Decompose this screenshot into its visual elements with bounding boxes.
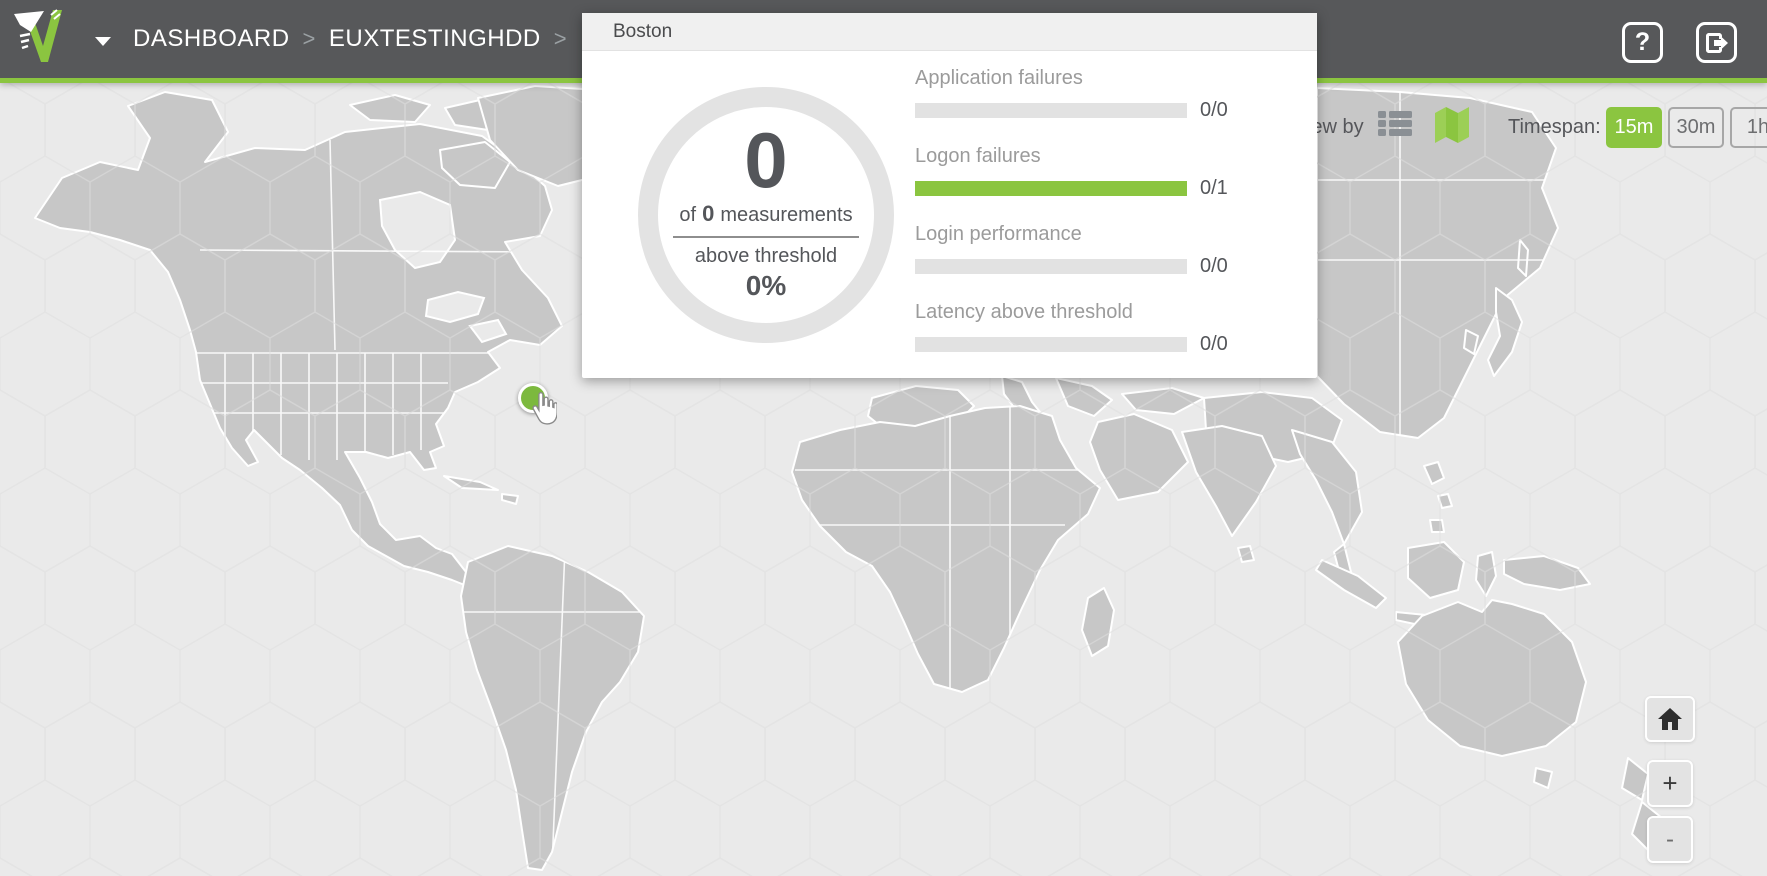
metrics-list: Application failures 0/0 Logon failures … — [915, 67, 1295, 379]
map-view-icon[interactable] — [1434, 105, 1470, 143]
gauge-of-text: of — [679, 204, 696, 227]
metric-value: 0/0 — [1200, 333, 1228, 356]
metric-value: 0/0 — [1200, 99, 1228, 122]
metric-label: Login performance — [915, 223, 1295, 247]
map-home-button[interactable] — [1645, 696, 1695, 742]
breadcrumb-separator: > — [303, 26, 316, 52]
breadcrumb-euxtestinghdd[interactable]: EUXTESTINGHDD — [329, 25, 541, 53]
app-window: DASHBOARD > EUXTESTINGHDD > ? View by Ti… — [0, 0, 1767, 876]
metric-label: Application failures — [915, 67, 1295, 91]
map-zoom-out-button[interactable]: - — [1647, 816, 1693, 863]
gauge-above-threshold-text: above threshold — [695, 245, 837, 268]
gauge-measurements-text: measurements — [720, 204, 852, 227]
location-popup: Boston 0 of 0 measurements above thresho… — [582, 13, 1317, 378]
breadcrumb-dashboard[interactable]: DASHBOARD — [133, 25, 290, 53]
metric-label: Logon failures — [915, 145, 1295, 169]
metric-row-login-performance: Login performance 0/0 — [915, 223, 1295, 278]
popup-header: Boston — [582, 13, 1317, 51]
timespan-30m-button[interactable]: 30m — [1668, 107, 1724, 148]
timespan-label: Timespan: — [1508, 116, 1601, 139]
home-icon — [1658, 708, 1682, 730]
app-logo[interactable] — [10, 6, 64, 72]
gauge-value: 0 — [744, 123, 787, 197]
gauge-divider — [673, 236, 859, 238]
popup-title: Boston — [613, 21, 672, 43]
timespan-1h-button[interactable]: 1h — [1730, 107, 1767, 148]
metric-value: 0/0 — [1200, 255, 1228, 278]
breadcrumb: DASHBOARD > EUXTESTINGHDD > — [133, 0, 580, 78]
gauge-percent: 0% — [746, 270, 786, 302]
breadcrumb-separator: > — [554, 26, 567, 52]
metric-row-application-failures: Application failures 0/0 — [915, 67, 1295, 122]
logout-button[interactable] — [1696, 22, 1737, 63]
metric-bar — [915, 181, 1187, 196]
nav-dropdown-caret-icon[interactable] — [95, 37, 111, 46]
map-zoom-in-button[interactable]: + — [1647, 760, 1693, 807]
threshold-gauge: 0 of 0 measurements above threshold 0% — [638, 87, 894, 343]
metric-bar — [915, 259, 1187, 274]
help-button[interactable]: ? — [1622, 22, 1663, 63]
metric-row-logon-failures: Logon failures 0/1 — [915, 145, 1295, 200]
logout-icon — [1705, 32, 1729, 54]
gauge-total-value: 0 — [702, 201, 714, 227]
metric-value: 0/1 — [1200, 177, 1228, 200]
metric-label: Latency above threshold — [915, 301, 1295, 325]
timespan-15m-button[interactable]: 15m — [1606, 107, 1662, 148]
metric-bar — [915, 337, 1187, 352]
map-marker-boston[interactable] — [518, 383, 548, 413]
gauge-measurements-line: of 0 measurements — [679, 201, 852, 227]
metric-row-latency-above-threshold: Latency above threshold 0/0 — [915, 301, 1295, 356]
list-view-icon[interactable] — [1378, 110, 1412, 138]
metric-bar — [915, 103, 1187, 118]
